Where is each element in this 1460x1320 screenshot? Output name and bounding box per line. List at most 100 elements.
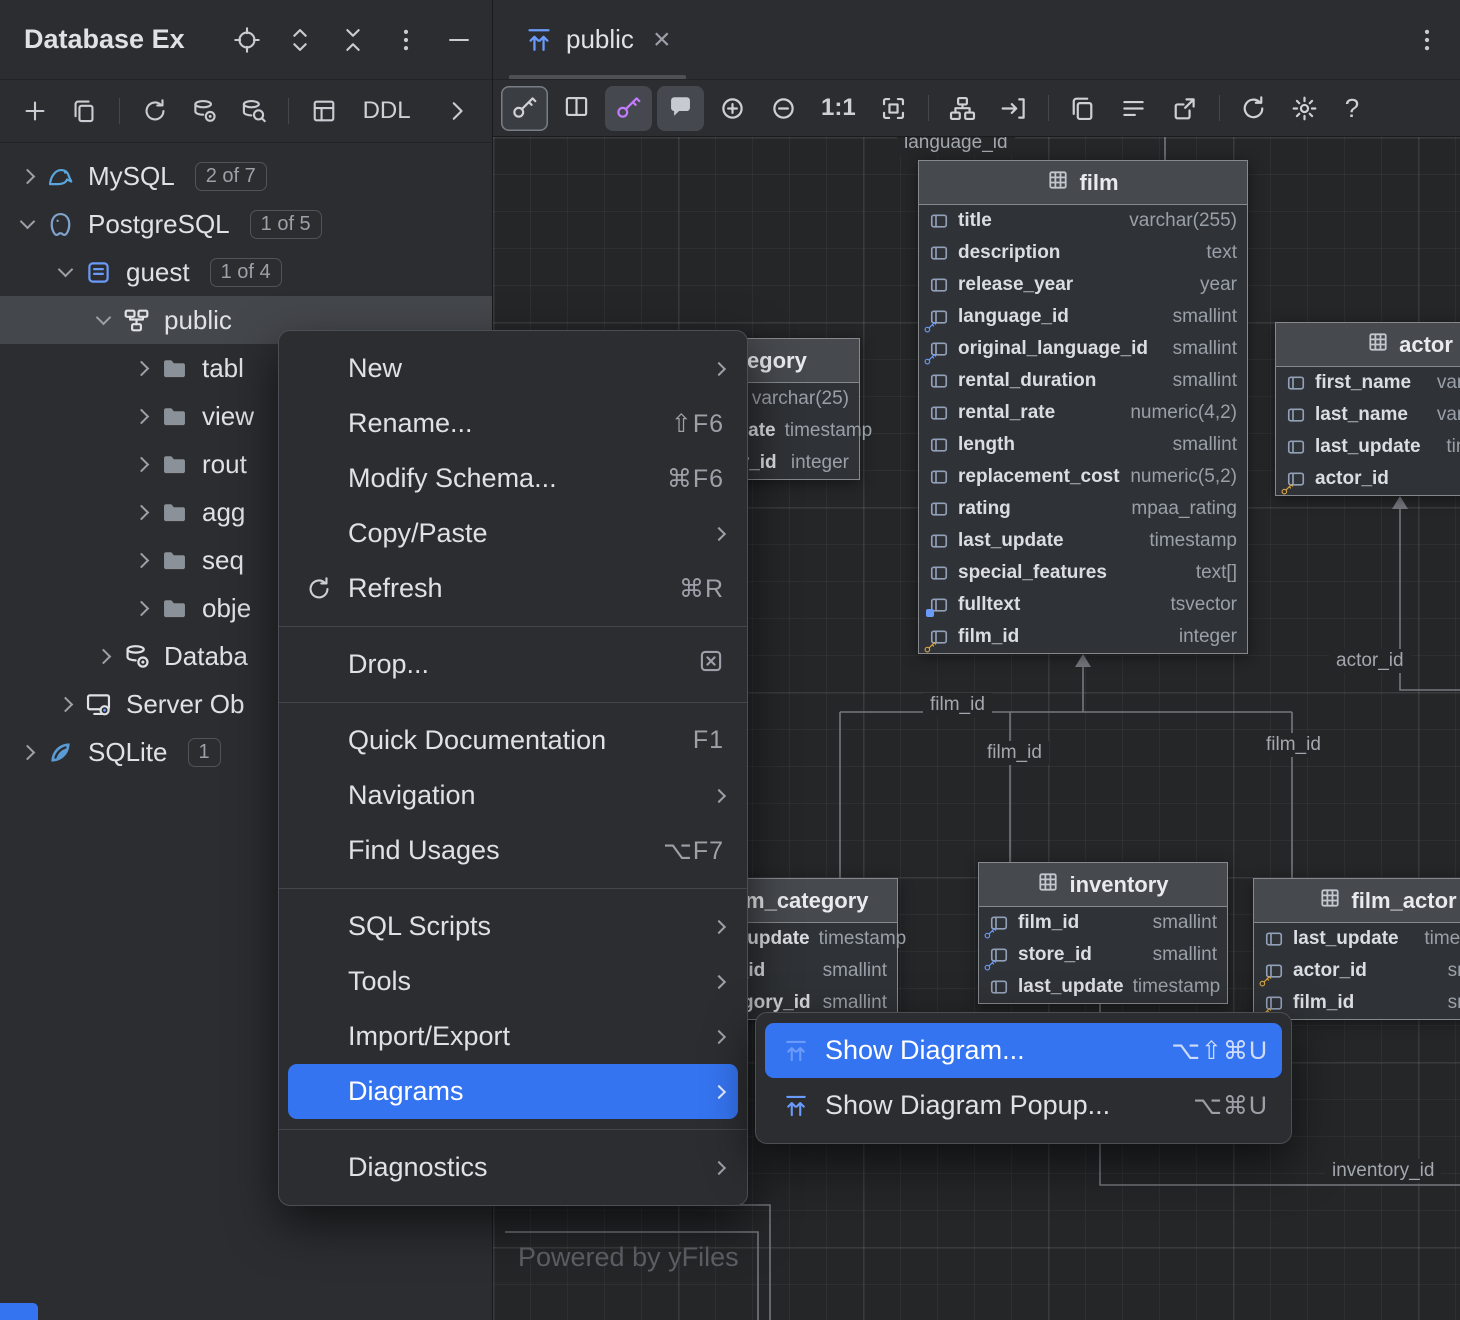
ddl-button[interactable]: DDL bbox=[353, 97, 421, 125]
menu-item-new[interactable]: New bbox=[288, 341, 738, 396]
export-diagram-button[interactable] bbox=[1162, 86, 1208, 130]
table-column-row[interactable]: last_updatetimestamp bbox=[919, 525, 1247, 557]
table-column-row[interactable]: lengthsmallint bbox=[919, 429, 1247, 461]
chevron-icon[interactable] bbox=[134, 600, 150, 616]
help-button[interactable]: ? bbox=[1333, 93, 1371, 124]
show-comments-toggle[interactable] bbox=[657, 86, 704, 131]
menu-separator bbox=[279, 702, 747, 703]
apply-layout-button[interactable] bbox=[940, 86, 986, 130]
chevron-icon[interactable] bbox=[20, 168, 36, 184]
menu-item-diagrams[interactable]: Diagrams bbox=[288, 1064, 738, 1119]
duplicate-button[interactable] bbox=[63, 90, 104, 132]
table-header[interactable]: film_actor bbox=[1254, 879, 1460, 923]
find-datasource-button[interactable] bbox=[233, 90, 274, 132]
table-node-film[interactable]: filmtitlevarchar(255)descriptiontextrele… bbox=[918, 160, 1248, 654]
table-column-row[interactable]: rental_durationsmallint bbox=[919, 365, 1247, 397]
table-column-row[interactable]: ratingmpaa_rating bbox=[919, 493, 1247, 525]
zoom-out-button[interactable] bbox=[760, 86, 806, 130]
show-key-columns-toggle[interactable] bbox=[501, 86, 548, 131]
table-column-row[interactable]: titlevarchar(255) bbox=[919, 205, 1247, 237]
new-datasource-button[interactable] bbox=[14, 90, 55, 132]
menu-item-sql-scripts[interactable]: SQL Scripts bbox=[288, 899, 738, 954]
tab-public[interactable]: public × bbox=[505, 0, 690, 79]
table-header[interactable]: film bbox=[919, 161, 1247, 205]
fit-content-button[interactable] bbox=[871, 86, 917, 130]
table-column-row[interactable]: special_featurestext[] bbox=[919, 557, 1247, 589]
table-header[interactable]: actor bbox=[1276, 323, 1460, 367]
edge-label: language_id bbox=[897, 137, 1015, 155]
refresh-diagram-button[interactable] bbox=[1231, 86, 1277, 130]
editor-options-icon[interactable] bbox=[1414, 27, 1440, 53]
table-column-row[interactable]: last_updatetimestamp bbox=[979, 971, 1227, 1003]
chevron-icon[interactable] bbox=[96, 309, 112, 325]
table-column-row[interactable]: store_idsmallint bbox=[979, 939, 1227, 971]
show-keys-toggle[interactable] bbox=[605, 86, 652, 131]
hide-panel-icon[interactable] bbox=[446, 27, 472, 53]
table-column-row[interactable]: original_language_idsmallint bbox=[919, 333, 1247, 365]
actual-size-button[interactable]: 1:1 bbox=[811, 94, 866, 122]
settings-button[interactable] bbox=[1282, 86, 1328, 130]
datasource-properties-button[interactable] bbox=[183, 90, 224, 132]
table-icon bbox=[1047, 169, 1069, 197]
table-column-row[interactable]: rental_ratenumeric(4,2) bbox=[919, 397, 1247, 429]
table-column-row[interactable]: first_namevarchar(45) bbox=[1276, 367, 1460, 399]
tree-item-label: Databa bbox=[164, 641, 248, 672]
table-column-row[interactable]: last_namevarchar(45) bbox=[1276, 399, 1460, 431]
more-toolbar-icon[interactable] bbox=[437, 90, 478, 132]
menu-item-show-diagram-popup-[interactable]: Show Diagram Popup...⌥⌘U bbox=[765, 1078, 1282, 1133]
menu-item-find-usages[interactable]: Find Usages⌥F7 bbox=[288, 823, 738, 878]
chevron-icon[interactable] bbox=[20, 744, 36, 760]
tree-item-mysql[interactable]: MySQL2 of 7 bbox=[0, 152, 492, 200]
show-column-panels-toggle[interactable] bbox=[553, 86, 600, 131]
table-column-row[interactable]: fulltexttsvector bbox=[919, 589, 1247, 621]
chevron-icon[interactable] bbox=[58, 261, 74, 277]
menu-item-show-diagram-[interactable]: Show Diagram...⌥⇧⌘U bbox=[765, 1023, 1282, 1078]
chevron-icon[interactable] bbox=[58, 696, 74, 712]
table-node-film_actor[interactable]: film_actorlast_updatetimestampactor_idsm… bbox=[1253, 878, 1460, 1020]
table-header[interactable]: inventory bbox=[979, 863, 1227, 907]
tree-item-label: PostgreSQL bbox=[88, 209, 230, 240]
chevron-icon[interactable] bbox=[134, 504, 150, 520]
menu-item-tools[interactable]: Tools bbox=[288, 954, 738, 1009]
table-column-row[interactable]: film_idinteger bbox=[919, 621, 1247, 653]
menu-item-rename-[interactable]: Rename...⇧F6 bbox=[288, 396, 738, 451]
menu-item-drop-[interactable]: Drop... bbox=[288, 637, 738, 692]
copy-diagram-button[interactable] bbox=[1060, 86, 1106, 130]
collapse-all-icon[interactable] bbox=[340, 27, 366, 53]
table-column-row[interactable]: film_idsmallint bbox=[979, 907, 1227, 939]
menu-item-quick-documentation[interactable]: Quick DocumentationF1 bbox=[288, 713, 738, 768]
panel-options-icon[interactable] bbox=[393, 27, 419, 53]
chevron-icon[interactable] bbox=[134, 552, 150, 568]
chevron-icon[interactable] bbox=[134, 456, 150, 472]
table-column-row[interactable]: descriptiontext bbox=[919, 237, 1247, 269]
show-list-button[interactable] bbox=[1111, 86, 1157, 130]
table-column-row[interactable]: replacement_costnumeric(5,2) bbox=[919, 461, 1247, 493]
menu-item-copy-paste[interactable]: Copy/Paste bbox=[288, 506, 738, 561]
menu-item-refresh[interactable]: Refresh⌘R bbox=[288, 561, 738, 616]
menu-item-import-export[interactable]: Import/Export bbox=[288, 1009, 738, 1064]
chevron-icon[interactable] bbox=[96, 648, 112, 664]
table-column-row[interactable]: last_updatetimestamp bbox=[1276, 431, 1460, 463]
route-edges-button[interactable] bbox=[991, 86, 1037, 130]
tree-item-postgresql[interactable]: PostgreSQL1 of 5 bbox=[0, 200, 492, 248]
table-column-row[interactable]: actor_idinteger bbox=[1276, 463, 1460, 495]
chevron-icon[interactable] bbox=[134, 360, 150, 376]
tab-close-icon[interactable]: × bbox=[653, 25, 671, 55]
table-node-actor[interactable]: actorfirst_namevarchar(45)last_namevarch… bbox=[1275, 322, 1460, 496]
chevron-icon[interactable] bbox=[20, 213, 36, 229]
menu-item-modify-schema-[interactable]: Modify Schema...⌘F6 bbox=[288, 451, 738, 506]
zoom-in-button[interactable] bbox=[709, 86, 755, 130]
table-node-inventory[interactable]: inventoryfilm_idsmallintstore_idsmallint… bbox=[978, 862, 1228, 1004]
expand-all-icon[interactable] bbox=[287, 27, 313, 53]
tree-item-guest[interactable]: guest1 of 4 bbox=[0, 248, 492, 296]
table-column-row[interactable]: actor_idsmallint bbox=[1254, 955, 1460, 987]
select-opened-element-icon[interactable] bbox=[234, 27, 260, 53]
table-column-row[interactable]: last_updatetimestamp bbox=[1254, 923, 1460, 955]
refresh-button[interactable] bbox=[134, 90, 175, 132]
chevron-icon[interactable] bbox=[134, 408, 150, 424]
new-table-button[interactable] bbox=[303, 90, 344, 132]
menu-item-navigation[interactable]: Navigation bbox=[288, 768, 738, 823]
table-column-row[interactable]: language_idsmallint bbox=[919, 301, 1247, 333]
table-column-row[interactable]: release_yearyear bbox=[919, 269, 1247, 301]
menu-item-diagnostics[interactable]: Diagnostics bbox=[288, 1140, 738, 1195]
